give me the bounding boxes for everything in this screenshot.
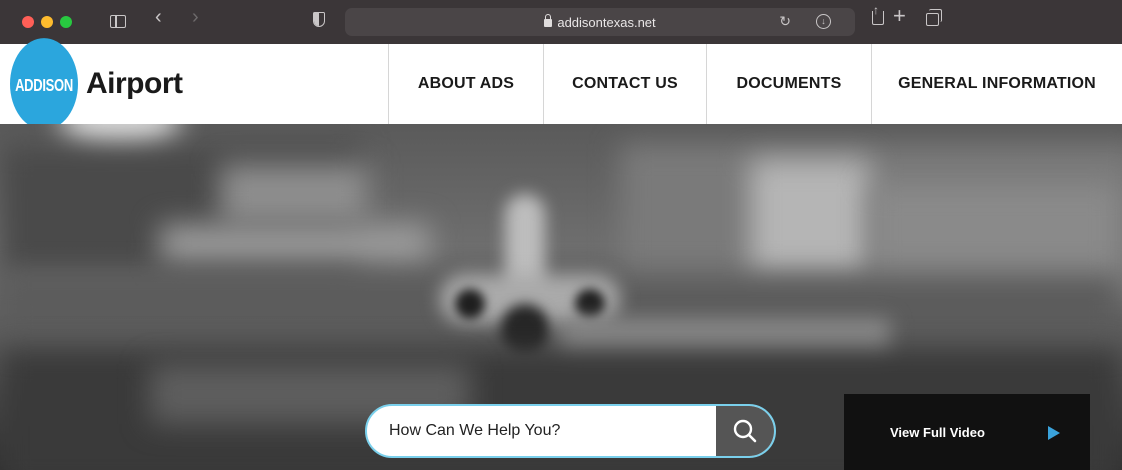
minimize-window-button[interactable] — [41, 16, 53, 28]
forward-icon[interactable]: › — [192, 7, 199, 27]
download-icon[interactable]: ↓ — [816, 14, 831, 29]
hero-blur-shape — [750, 159, 870, 279]
back-icon[interactable]: ‹ — [155, 7, 162, 27]
logo-text: Airport — [86, 67, 183, 100]
search-button[interactable] — [716, 406, 774, 456]
address-bar[interactable]: addisontexas.net ↻ ↓ — [345, 8, 855, 36]
reload-icon[interactable]: ↻ — [779, 13, 791, 30]
close-window-button[interactable] — [22, 16, 34, 28]
hero-blur-shape — [220, 164, 370, 224]
hero-background: View Full Video — [0, 124, 1122, 470]
nav-item-contact-us[interactable]: CONTACT US — [543, 44, 706, 124]
lock-icon — [544, 14, 553, 27]
aircraft-engine-right — [575, 289, 605, 319]
zoom-window-button[interactable] — [60, 16, 72, 28]
nav-item-about-ads[interactable]: ABOUT ADS — [388, 44, 543, 124]
hero-blur-shape — [160, 224, 430, 264]
logo-badge: ADDISON — [10, 38, 78, 130]
site-header: ADDISON Airport ABOUT ADS CONTACT US DOC… — [0, 38, 1122, 130]
hero-search-bar — [365, 404, 776, 458]
search-icon — [733, 419, 757, 443]
shield-icon[interactable] — [313, 12, 325, 27]
search-input[interactable] — [367, 406, 716, 456]
aircraft-engine-left — [455, 289, 485, 319]
view-full-video-button[interactable]: View Full Video — [844, 394, 1090, 470]
aircraft-nose — [500, 304, 550, 354]
sidebar-icon[interactable] — [110, 15, 126, 28]
play-icon — [1048, 426, 1060, 440]
window-controls — [22, 16, 72, 28]
share-icon[interactable] — [872, 2, 884, 25]
nav-item-general-information[interactable]: GENERAL INFORMATION — [871, 44, 1122, 124]
plus-icon[interactable]: + — [893, 5, 906, 27]
browser-toolbar: ‹ › addisontexas.net ↻ ↓ + — [0, 0, 1122, 44]
tabs-icon[interactable] — [926, 9, 942, 26]
video-label: View Full Video — [890, 424, 985, 440]
nav-item-documents[interactable]: DOCUMENTS — [706, 44, 871, 124]
main-nav: ABOUT ADS CONTACT US DOCUMENTS GENERAL I… — [388, 44, 1122, 124]
url-text: addisontexas.net — [557, 14, 656, 30]
site-logo[interactable]: ADDISON Airport — [10, 38, 183, 130]
